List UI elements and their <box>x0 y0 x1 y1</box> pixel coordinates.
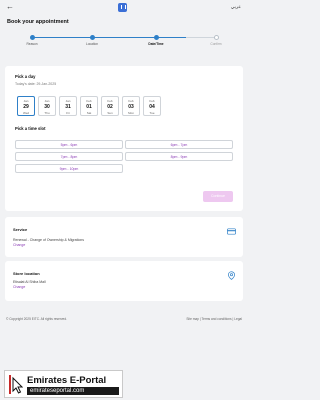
card-icon <box>227 228 236 235</box>
watermark-title: Emirates E-Portal <box>27 375 107 386</box>
day-date: 02 <box>107 104 113 110</box>
pick-time-heading: Pick a time slot <box>15 126 46 131</box>
page-title: Book your appointment <box>7 19 69 25</box>
day-month: Jan <box>44 99 50 103</box>
day-date: 04 <box>149 104 155 110</box>
step-reason: Reason <box>12 31 52 46</box>
step-confirm: Confirm <box>196 31 236 46</box>
step-dot <box>29 34 35 40</box>
language-toggle[interactable]: عربي <box>231 4 241 10</box>
day-date: 29 <box>23 104 29 110</box>
day-month: Jan <box>65 99 71 103</box>
service-change-link[interactable]: Change <box>13 243 25 247</box>
day-option[interactable]: Feb 01 Sat <box>80 96 98 116</box>
day-weekday: Fri <box>66 111 70 115</box>
step-date-time: Date/Time <box>136 31 176 46</box>
service-title: Service <box>13 227 28 232</box>
step-label: Date/Time <box>148 41 164 46</box>
step-dot <box>89 34 95 40</box>
day-month: Feb <box>86 99 92 103</box>
day-month: Feb <box>107 99 113 103</box>
today-date-text: Today's date: 29-Jan-2025 <box>15 82 57 86</box>
day-option[interactable]: Feb 02 Sun <box>101 96 119 116</box>
day-month: Feb <box>149 99 155 103</box>
step-dot <box>153 34 159 40</box>
day-month: Feb <box>128 99 134 103</box>
day-option[interactable]: Jan 31 Fri <box>59 96 77 116</box>
day-weekday: Sat <box>86 111 92 115</box>
footer-copyright: © Copyright 2025 EITC. All rights reserv… <box>6 317 67 321</box>
time-slot[interactable]: 7pm - 8pm <box>15 152 123 161</box>
service-card: Service Renewal - Change of Ownership & … <box>5 217 243 257</box>
day-weekday: Wed <box>22 111 30 115</box>
day-date: 01 <box>86 104 92 110</box>
service-description: Renewal - Change of Ownership & Migratio… <box>13 238 85 242</box>
watermark-banner: Emirates E-Portal emirateseportal.com <box>4 370 123 398</box>
day-weekday: Tue <box>149 111 155 115</box>
day-weekday: Thu <box>44 111 50 115</box>
step-label: Location <box>85 41 99 46</box>
day-date: 30 <box>44 104 50 110</box>
location-pin-icon <box>228 271 235 280</box>
day-option[interactable]: Jan 29 Wed <box>17 96 35 116</box>
progress-stepper: Reason Location Date/Time Confirm <box>0 31 248 49</box>
watermark-url: emirateseportal.com <box>27 387 119 395</box>
day-option[interactable]: Feb 04 Tue <box>143 96 161 116</box>
cursor-logo-icon <box>9 375 23 394</box>
back-arrow-icon[interactable]: ← <box>6 2 14 11</box>
time-slot[interactable]: 9pm - 10pm <box>15 164 123 173</box>
day-month: Jan <box>23 99 29 103</box>
pick-day-heading: Pick a day <box>15 74 36 79</box>
store-change-link[interactable]: Change <box>13 285 25 289</box>
store-name: Etisalat Al Shiba Mall <box>13 280 46 284</box>
store-location-card: Store location Etisalat Al Shiba Mall Ch… <box>5 261 243 301</box>
day-weekday: Sun <box>107 111 113 115</box>
continue-button[interactable]: Continue <box>203 191 233 202</box>
store-title: Store location <box>13 271 40 276</box>
step-label: Confirm <box>210 41 222 46</box>
portal-logo-icon <box>118 3 127 12</box>
day-option[interactable]: Feb 03 Mon <box>122 96 140 116</box>
day-date: 31 <box>65 104 71 110</box>
time-slot[interactable]: 5pm - 6pm <box>15 140 123 149</box>
step-location: Location <box>72 31 112 46</box>
date-time-card: Pick a day Today's date: 29-Jan-2025 Jan… <box>5 66 243 211</box>
day-option[interactable]: Jan 30 Thu <box>38 96 56 116</box>
footer-links[interactable]: Site map | Terms and conditions | Legal <box>186 317 242 321</box>
time-slot[interactable]: 8pm - 9pm <box>125 152 233 161</box>
day-date: 03 <box>128 104 134 110</box>
step-dot <box>213 34 219 40</box>
day-weekday: Mon <box>128 111 134 115</box>
step-label: Reason <box>26 41 38 46</box>
time-slot[interactable]: 6pm - 7pm <box>125 140 233 149</box>
top-bar: ← عربي <box>0 0 248 14</box>
